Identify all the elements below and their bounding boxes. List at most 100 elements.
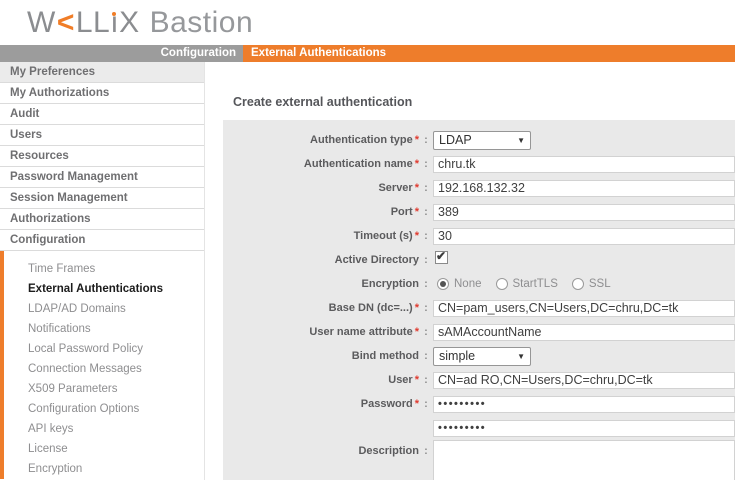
wallix-logo[interactable]: W < LL ı X Bastion xyxy=(27,8,253,38)
form-row-base-dn: Base DN (dc=...)* : xyxy=(223,296,735,320)
configuration-submenu: Time Frames External Authentications LDA… xyxy=(0,251,204,479)
sidebar-subitem-configuration-options[interactable]: Configuration Options xyxy=(4,399,204,419)
description-textarea[interactable] xyxy=(433,440,735,480)
wallix-bastion-app: W < LL ı X Bastion Configuration Externa… xyxy=(0,0,735,480)
timeout-input[interactable] xyxy=(433,228,735,245)
sidebar-item-resources[interactable]: Resources xyxy=(0,146,204,167)
field-label: User* xyxy=(223,374,419,386)
radio-unselected-icon xyxy=(572,278,584,290)
form-row-password: Password* : xyxy=(223,392,735,416)
bind-method-select[interactable]: simple ▼ xyxy=(433,347,531,366)
field-label: Authentication type* xyxy=(223,134,419,146)
sidebar-subitem-notifications[interactable]: Notifications xyxy=(4,319,204,339)
logo-i-dot-icon xyxy=(112,12,116,16)
sidebar: My Preferences My Authorizations Audit U… xyxy=(0,62,205,480)
field-label: Port* xyxy=(223,206,419,218)
form-row-active-directory: Active Directory : ✔ xyxy=(223,248,735,272)
port-input[interactable] xyxy=(433,204,735,221)
password-input[interactable] xyxy=(433,396,735,413)
sidebar-subitem-x509-parameters[interactable]: X509 Parameters xyxy=(4,379,204,399)
field-label: Bind method xyxy=(223,350,419,362)
field-label: Encryption xyxy=(223,278,419,290)
sidebar-subitem-external-authentications[interactable]: External Authentications xyxy=(4,279,204,299)
form-row-server: Server* : xyxy=(223,176,735,200)
dropdown-arrow-icon: ▼ xyxy=(517,136,525,145)
sidebar-subitem-local-password-policy[interactable]: Local Password Policy xyxy=(4,339,204,359)
field-label: Active Directory xyxy=(223,254,419,266)
authentication-type-select[interactable]: LDAP ▼ xyxy=(433,131,531,150)
form-row-user: User* : xyxy=(223,368,735,392)
field-label: Server* xyxy=(223,182,419,194)
colon: : xyxy=(419,302,433,314)
logo-letter-x: X xyxy=(119,8,140,38)
encryption-radio-ssl[interactable]: SSL xyxy=(572,278,611,290)
field-label: Timeout (s)* xyxy=(223,230,419,242)
authentication-name-input[interactable] xyxy=(433,156,735,173)
content-area: My Preferences My Authorizations Audit U… xyxy=(0,62,735,480)
sidebar-item-configuration[interactable]: Configuration xyxy=(0,230,204,251)
form-row-authentication-name: Authentication name* : xyxy=(223,152,735,176)
password-confirm-input[interactable] xyxy=(433,420,735,437)
dropdown-arrow-icon: ▼ xyxy=(517,352,525,361)
sidebar-item-session-management[interactable]: Session Management xyxy=(0,188,204,209)
sidebar-item-audit[interactable]: Audit xyxy=(0,104,204,125)
logo-letter-i: ı xyxy=(110,8,119,38)
breadcrumb: Configuration External Authentications xyxy=(0,45,735,62)
sidebar-item-users[interactable]: Users xyxy=(0,125,204,146)
sidebar-subitem-license[interactable]: License xyxy=(4,439,204,459)
field-label: Base DN (dc=...)* xyxy=(223,302,419,314)
active-directory-checkbox[interactable]: ✔ xyxy=(435,251,448,264)
colon: : xyxy=(419,158,433,170)
breadcrumb-page-external-authentications[interactable]: External Authentications xyxy=(243,45,735,62)
user-input[interactable] xyxy=(433,372,735,389)
field-label: User name attribute* xyxy=(223,326,419,338)
sidebar-subitem-time-frames[interactable]: Time Frames xyxy=(4,259,204,279)
colon: : xyxy=(419,206,433,218)
sidebar-subitem-api-keys[interactable]: API keys xyxy=(4,419,204,439)
page-title: Create external authentication xyxy=(233,95,735,109)
logo-letter-w: W xyxy=(27,8,56,38)
form-row-timeout: Timeout (s)* : xyxy=(223,224,735,248)
sidebar-subitem-encryption[interactable]: Encryption xyxy=(4,459,204,479)
sidebar-subitem-connection-messages[interactable]: Connection Messages xyxy=(4,359,204,379)
colon: : xyxy=(419,326,433,338)
colon: : xyxy=(419,182,433,194)
sidebar-item-my-authorizations[interactable]: My Authorizations xyxy=(0,83,204,104)
sidebar-subitem-ldap-ad-domains[interactable]: LDAP/AD Domains xyxy=(4,299,204,319)
colon: : xyxy=(419,350,433,362)
create-authentication-form: Authentication type* : LDAP ▼ Authentica… xyxy=(223,120,735,480)
field-label: Authentication name* xyxy=(223,158,419,170)
logo-product-name: Bastion xyxy=(150,8,254,38)
sidebar-item-authorizations[interactable]: Authorizations xyxy=(0,209,204,230)
server-input[interactable] xyxy=(433,180,735,197)
colon: : xyxy=(419,445,433,457)
user-name-attribute-input[interactable] xyxy=(433,324,735,341)
app-header: W < LL ı X Bastion xyxy=(0,0,735,45)
logo-letters-ll: LL xyxy=(76,8,110,38)
field-label: Password* xyxy=(223,398,419,410)
form-row-port: Port* : xyxy=(223,200,735,224)
form-row-user-name-attribute: User name attribute* : xyxy=(223,320,735,344)
form-row-bind-method: Bind method : simple ▼ xyxy=(223,344,735,368)
form-row-description: Description : xyxy=(223,440,735,480)
colon: : xyxy=(419,278,433,290)
colon: : xyxy=(419,230,433,242)
main-content: Create external authentication Authentic… xyxy=(205,62,735,480)
breadcrumb-section-configuration[interactable]: Configuration xyxy=(0,45,243,62)
radio-selected-icon xyxy=(437,278,449,290)
encryption-radio-none[interactable]: None xyxy=(437,278,482,290)
base-dn-input[interactable] xyxy=(433,300,735,317)
form-row-password-confirm xyxy=(223,416,735,440)
logo-accent-chevron: < xyxy=(57,8,75,38)
sidebar-item-my-preferences[interactable]: My Preferences xyxy=(0,62,204,83)
form-row-authentication-type: Authentication type* : LDAP ▼ xyxy=(223,128,735,152)
sidebar-item-password-management[interactable]: Password Management xyxy=(0,167,204,188)
encryption-radio-group: None StartTLS SSL xyxy=(437,278,735,290)
colon: : xyxy=(419,134,433,146)
radio-unselected-icon xyxy=(496,278,508,290)
field-label: Description xyxy=(223,445,419,457)
colon: : xyxy=(419,398,433,410)
colon: : xyxy=(419,254,433,266)
colon: : xyxy=(419,374,433,386)
encryption-radio-starttls[interactable]: StartTLS xyxy=(496,278,558,290)
